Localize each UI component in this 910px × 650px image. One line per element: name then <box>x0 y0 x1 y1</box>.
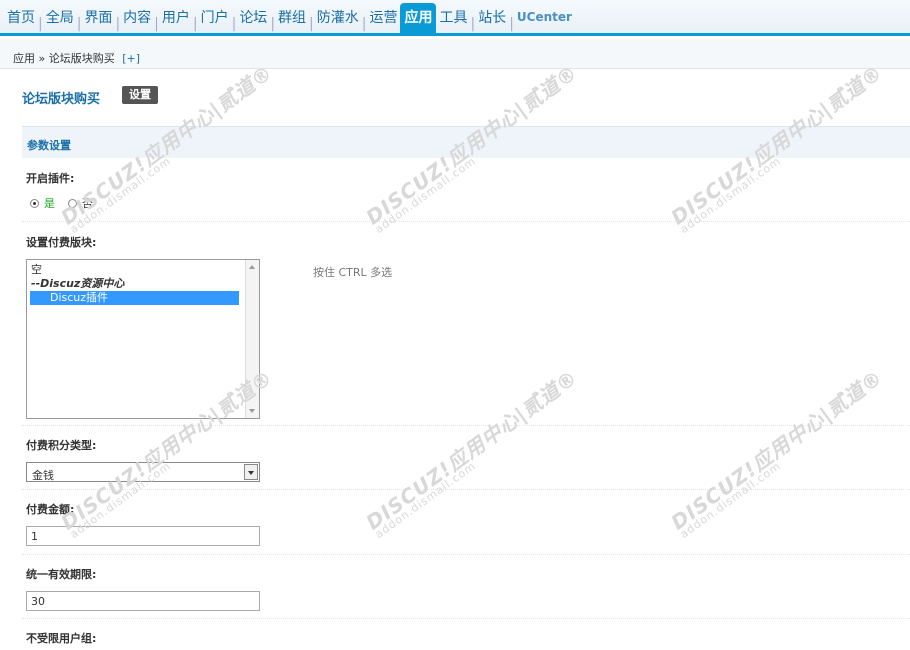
scroll-up-icon[interactable] <box>249 265 255 269</box>
enable-plugin-label: 开启插件: <box>26 172 75 185</box>
nav-interface[interactable]: 界面 <box>81 9 115 33</box>
chevron-down-icon[interactable] <box>244 464 258 480</box>
section-header: 参数设置 <box>22 126 910 158</box>
validity-input[interactable]: 30 <box>26 591 260 611</box>
page-title: 论坛版块购买 <box>22 92 101 107</box>
nav-forum[interactable]: 论坛 <box>236 9 270 33</box>
row-divider <box>22 221 910 222</box>
nav-webmaster[interactable]: 站长 <box>475 9 509 33</box>
breadcrumb: 应用 » 论坛版块购买 [+] <box>0 39 910 69</box>
listbox-option-plugins[interactable]: Discuz插件 <box>30 291 239 305</box>
nav-antispam[interactable]: 防灌水 <box>314 9 362 33</box>
nav-portal[interactable]: 门户 <box>198 9 232 33</box>
listbox-option-empty[interactable]: 空 <box>27 263 259 277</box>
enable-plugin-radios: 是 否 <box>30 195 93 211</box>
scroll-down-icon[interactable] <box>249 409 255 413</box>
nav-apps[interactable]: 应用 <box>400 3 437 33</box>
nav-operations[interactable]: 运营 <box>366 9 400 33</box>
radio-no[interactable] <box>68 198 77 208</box>
exempt-groups-label: 不受限用户组: <box>26 632 97 645</box>
credit-type-label: 付费积分类型: <box>26 439 97 452</box>
nav-users[interactable]: 用户 <box>159 9 193 33</box>
amount-input[interactable]: 1 <box>26 526 260 546</box>
radio-no-label[interactable]: 否 <box>82 195 93 211</box>
validity-label: 统一有效期限: <box>26 568 97 581</box>
paid-forum-listbox[interactable]: 空 --Discuz资源中心 Discuz插件 <box>26 259 260 419</box>
row-divider <box>22 489 910 490</box>
row-divider <box>22 554 910 555</box>
listbox-group-resource-center: --Discuz资源中心 <box>31 277 125 290</box>
credit-type-value: 金钱 <box>32 469 54 482</box>
add-favorite-link[interactable]: [+] <box>122 52 140 65</box>
nav-home[interactable]: 首页 <box>4 9 38 33</box>
watermark: DISCUZ!应用中心|贰道® addon.dismall.com <box>361 365 583 542</box>
amount-label: 付费金额: <box>26 503 75 516</box>
top-navigation: 首页 | 全局 | 界面 | 内容 | 用户 | 门户 | 论坛 | 群组 | … <box>0 0 910 36</box>
radio-yes[interactable] <box>30 198 39 208</box>
multi-select-hint: 按住 CTRL 多选 <box>313 266 393 279</box>
nav-global[interactable]: 全局 <box>43 9 77 33</box>
row-divider <box>22 618 910 619</box>
breadcrumb-text: 应用 » 论坛版块购买 <box>13 52 115 65</box>
row-divider <box>22 425 910 426</box>
nav-tools[interactable]: 工具 <box>436 9 470 33</box>
credit-type-select[interactable]: 金钱 <box>26 462 260 482</box>
nav-content[interactable]: 内容 <box>120 9 154 33</box>
listbox-scrollbar[interactable] <box>245 260 259 418</box>
nav-ucenter[interactable]: UCenter <box>514 8 575 33</box>
radio-yes-label[interactable]: 是 <box>44 195 55 211</box>
paid-forum-label: 设置付费版块: <box>26 236 97 249</box>
nav-groups[interactable]: 群组 <box>275 9 309 33</box>
settings-button[interactable]: 设置 <box>122 86 158 104</box>
watermark: DISCUZ!应用中心|贰道® addon.dismall.com <box>666 365 888 542</box>
